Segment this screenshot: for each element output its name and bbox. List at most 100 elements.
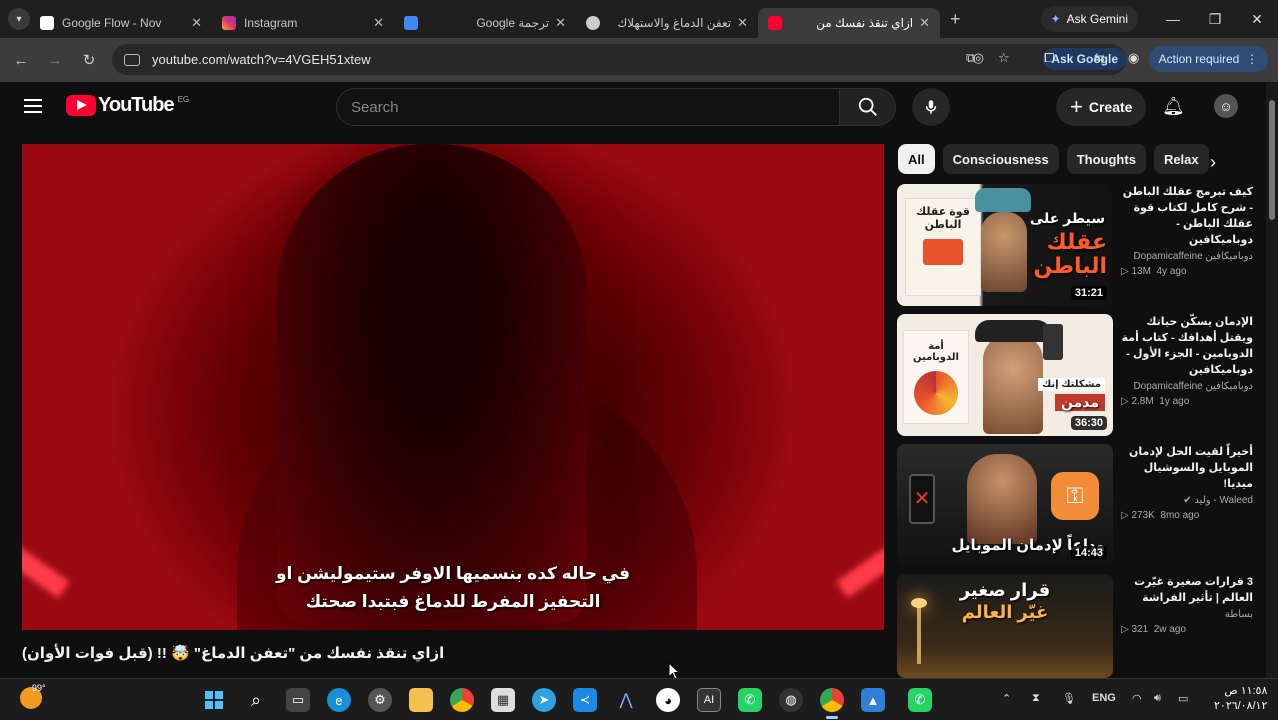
create-label: Create (1088, 99, 1133, 115)
scrollbar-thumb[interactable] (1269, 100, 1275, 220)
new-tab-button[interactable]: + (950, 9, 961, 30)
chip-thoughts[interactable]: Thoughts (1066, 144, 1146, 174)
page-scrollbar[interactable] (1266, 82, 1278, 678)
youtube-play-icon (66, 95, 96, 116)
menu-icon[interactable] (24, 99, 42, 113)
man-portrait-image (983, 334, 1043, 434)
ask-gemini-button[interactable]: ✦ Ask Gemini (1040, 6, 1138, 32)
rec-channel-name: Waleed - وليد (1194, 495, 1253, 506)
rec-channel[interactable]: دوباميكافين Dopamicaffeine (1121, 381, 1253, 392)
task-view-icon[interactable]: ▭ (286, 688, 310, 712)
rec-title[interactable]: 3 قرارات صغيرة غيّرت العالم | تأثير الفر… (1121, 574, 1253, 606)
telegram-icon[interactable]: ➤ (532, 688, 556, 712)
ask-google-button[interactable]: Ask Google (1043, 48, 1126, 70)
system-clock[interactable]: ١١:٥٨ ص ٢٠٢٦/٠٨/١٢ (1214, 684, 1267, 714)
tab-brain-rot[interactable]: تعفن الدماغ والاستهلاك ✕ (576, 8, 758, 38)
recommendation-item[interactable]: قرار صغير غيّر العالم 3 قرارات صغيرة غيّ… (897, 574, 1257, 678)
rec-title[interactable]: أخيراً لقيت الحل لإدمان الموبايل والسوشي… (1121, 444, 1253, 492)
close-tab-icon[interactable]: ✕ (737, 15, 748, 31)
recommendation-item[interactable]: ✕ ⚿ وداعاً لإدمان الموبايل 14:43 أخيراً … (897, 444, 1257, 568)
cast-icon[interactable]: ⇆ (1094, 50, 1105, 66)
tray-app-icon[interactable]: ⧗ (1032, 692, 1040, 705)
whatsapp-business-icon[interactable]: ✆ (908, 688, 932, 712)
avatar[interactable]: ☺ (1214, 94, 1238, 118)
voice-search-button[interactable] (912, 88, 950, 126)
video-thumbnail[interactable]: قوة عقلك الباطن سيطر على عقلك الباطن 31:… (897, 184, 1113, 306)
volume-icon[interactable]: 🔊︎ (1154, 692, 1161, 705)
profile-icon[interactable]: ◉ (1128, 50, 1139, 66)
minimize-icon[interactable]: — (1152, 11, 1194, 27)
chevron-right-icon[interactable]: › (1210, 152, 1216, 173)
chip-all[interactable]: All (898, 144, 935, 174)
chip-consciousness[interactable]: Consciousness (942, 144, 1059, 174)
translate-favicon-icon (404, 16, 418, 30)
restore-icon[interactable]: ❐ (1194, 11, 1236, 28)
tab-instagram[interactable]: Instagram ✕ (212, 8, 394, 38)
windows-start-icon[interactable] (202, 688, 226, 712)
battery-icon[interactable]: ▭ (1178, 692, 1188, 705)
video-thumbnail[interactable]: قرار صغير غيّر العالم (897, 574, 1113, 678)
taskbar-search-icon[interactable]: ⌕ (244, 688, 268, 712)
rec-title[interactable]: كيف تبرمج عقلك الباطن - شرح كامل لكتاب ق… (1121, 184, 1253, 248)
tab-youtube-active[interactable]: ازاي تنقذ نفسك من ✕ (758, 8, 940, 38)
weather-temp: 99° (32, 683, 46, 693)
close-tab-icon[interactable]: ✕ (919, 15, 930, 31)
tab-google-translate[interactable]: Google ترجمة ✕ (394, 8, 576, 38)
recommendation-item[interactable]: أمة الدوبامين مشكلتك إنك مدمن 36:30 الإد… (897, 314, 1257, 438)
rec-meta: ▷ 321 2w ago (1121, 624, 1186, 635)
video-player[interactable]: في حاله كده بنسميها الاوفر ستيموليشن او … (22, 144, 884, 630)
rec-meta: ▷ 273K 8mo ago (1121, 510, 1200, 521)
youtube-logo[interactable]: YouTube EG (66, 94, 189, 117)
photos-icon[interactable]: ▲ (861, 688, 885, 712)
close-window-icon[interactable]: ✕ (1236, 11, 1278, 28)
clock-date: ٢٠٢٦/٠٨/١٢ (1214, 700, 1268, 712)
notifications-bell-icon[interactable]: 🔔︎ (1162, 96, 1185, 117)
close-tab-icon[interactable]: ✕ (555, 15, 566, 31)
forward-icon[interactable]: → (38, 52, 72, 69)
extensions-icon[interactable]: ⧠ (1044, 50, 1054, 66)
tab-google-flow[interactable]: Google Flow - Nov ✕ (30, 8, 212, 38)
recommendation-item[interactable]: قوة عقلك الباطن سيطر على عقلك الباطن 31:… (897, 184, 1257, 308)
recommendation-info: 3 قرارات صغيرة غيّرت العالم | تأثير الفر… (1121, 574, 1253, 635)
close-tab-icon[interactable]: ✕ (191, 15, 202, 31)
rec-channel[interactable]: Waleed - وليد ✔ (1121, 495, 1253, 506)
tray-overflow-icon[interactable]: ⌃ (1002, 692, 1011, 705)
chrome-active-icon[interactable] (820, 688, 844, 712)
chip-relax[interactable]: Relax (1153, 144, 1209, 174)
rec-title[interactable]: الإدمان يسكّن حياتك ويقتل أهدافك - كتاب … (1121, 314, 1253, 378)
search-input[interactable]: Search (336, 88, 840, 126)
back-icon[interactable]: ← (4, 52, 38, 69)
video-thumbnail[interactable]: ✕ ⚿ وداعاً لإدمان الموبايل 14:43 (897, 444, 1113, 566)
bookmark-star-icon[interactable]: ☆ (998, 50, 1010, 66)
plus-icon: + (1070, 94, 1083, 119)
store-icon[interactable]: ▦ (491, 688, 515, 712)
microphone-tray-icon[interactable]: 🎙︎ (1062, 692, 1076, 705)
rec-views: 273K (1131, 510, 1155, 521)
thumb-text: عقلك الباطن (1033, 229, 1107, 278)
ask-gemini-label: Ask Gemini (1066, 12, 1128, 26)
site-info-icon[interactable] (124, 53, 140, 66)
vscode-icon[interactable]: ≺ (573, 688, 597, 712)
close-tab-icon[interactable]: ✕ (373, 15, 384, 31)
create-button[interactable]: + Create (1056, 88, 1147, 126)
edge-icon[interactable]: e (327, 688, 351, 712)
action-required-button[interactable]: Action required ⋮ (1148, 46, 1268, 72)
rec-channel[interactable]: دوباميكافين Dopamicaffeine (1121, 251, 1253, 262)
url-text: youtube.com/watch?v=4VGEH51xtew (152, 52, 371, 67)
video-thumbnail[interactable]: أمة الدوبامين مشكلتك إنك مدمن 36:30 (897, 314, 1113, 436)
tab-search-button[interactable]: ▾ (8, 8, 30, 30)
settings-gear-icon[interactable]: ⚙ (368, 688, 392, 712)
github-icon[interactable]: ◕ (656, 688, 680, 712)
app-a-icon[interactable]: ⋀ (614, 688, 638, 712)
ai-app-icon[interactable]: AI (697, 688, 721, 712)
wifi-icon[interactable]: ◠ (1132, 692, 1142, 705)
chrome-icon[interactable] (450, 688, 474, 712)
obs-icon[interactable]: ◍ (779, 688, 803, 712)
file-explorer-icon[interactable] (409, 688, 433, 712)
search-button[interactable] (840, 88, 896, 126)
whatsapp-icon[interactable]: ✆ (738, 688, 762, 712)
rec-channel[interactable]: بساطة (1121, 609, 1253, 620)
language-indicator[interactable]: ENG (1092, 692, 1116, 704)
reload-icon[interactable]: ↻ (72, 51, 106, 69)
install-app-icon[interactable]: ⧉ (966, 50, 975, 66)
